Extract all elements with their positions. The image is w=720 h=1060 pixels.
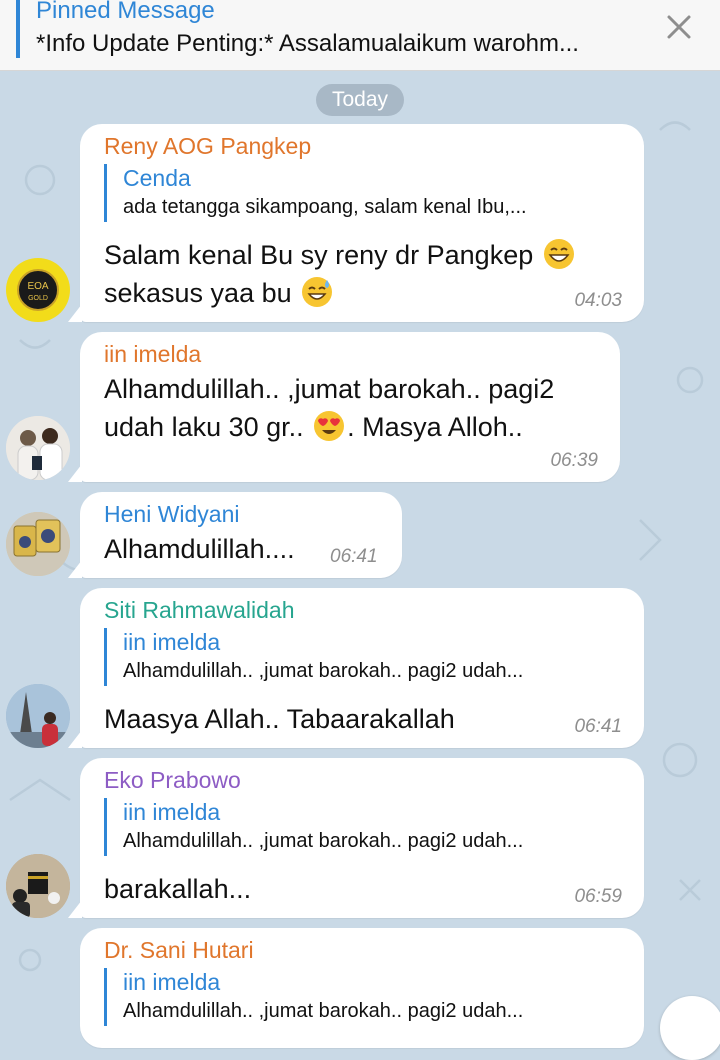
message-time: 06:41 <box>330 546 378 567</box>
svg-text:GOLD: GOLD <box>28 295 48 302</box>
reply-text: Alhamdulillah.. ,jumat barokah.. pagi2 u… <box>123 660 524 682</box>
avatar[interactable] <box>6 416 70 480</box>
pinned-title: Pinned Message <box>36 0 215 24</box>
pinned-message-bar[interactable]: Pinned Message *Info Update Penting:* As… <box>0 0 720 71</box>
svg-text:EOA: EOA <box>27 281 48 292</box>
avatar-photo <box>6 854 70 918</box>
message-line: Alhamdulillah.... <box>104 534 295 564</box>
pinned-accent-bar <box>16 0 20 58</box>
heart-eyes-emoji-icon <box>314 411 345 441</box>
reply-text: Alhamdulillah.. ,jumat barokah.. pagi2 u… <box>123 830 524 852</box>
reply-quote[interactable]: iin imelda Alhamdulillah.. ,jumat baroka… <box>104 628 523 686</box>
sender-name[interactable]: Heni Widyani <box>104 500 240 528</box>
avatar[interactable]: EOA GOLD <box>6 258 70 322</box>
reply-quote[interactable]: iin imelda Alhamdulillah.. ,jumat baroka… <box>104 798 523 856</box>
message-text: udah laku 30 gr.. . Masya Alloh.. <box>104 408 523 446</box>
message-bubble[interactable]: Heni Widyani Alhamdulillah.... 06:41 <box>80 492 402 578</box>
avatar[interactable] <box>6 854 70 918</box>
sender-name[interactable]: Eko Prabowo <box>104 766 241 794</box>
sender-name[interactable]: Reny AOG Pangkep <box>104 132 311 160</box>
date-separator: Today <box>316 84 404 116</box>
message-line: Salam kenal Bu sy reny dr Pangkep <box>104 240 534 270</box>
message-line: sekasus yaa bu <box>104 278 292 308</box>
message-bubble[interactable]: Dr. Sani Hutari iin imelda Alhamdulillah… <box>80 928 644 1048</box>
avatar-photo <box>6 684 70 748</box>
message-time: 04:03 <box>574 290 622 311</box>
sweat-smile-emoji-icon <box>302 277 333 307</box>
message-line: barakallah... <box>104 874 252 904</box>
avatar[interactable] <box>6 684 70 748</box>
message-line: udah laku 30 gr.. <box>104 412 304 442</box>
message-time: 06:59 <box>574 886 622 907</box>
scroll-down-button[interactable] <box>660 996 720 1060</box>
message-line: Alhamdulillah.. ,jumat barokah.. pagi2 <box>104 374 555 404</box>
message-time: 06:39 <box>550 450 598 471</box>
message-text: Salam kenal Bu sy reny dr Pangkep <box>104 236 577 274</box>
sender-name[interactable]: Siti Rahmawalidah <box>104 596 294 624</box>
message-bubble[interactable]: Reny AOG Pangkep Cenda ada tetangga sika… <box>80 124 644 322</box>
pinned-text: *Info Update Penting:* Assalamualaikum w… <box>36 30 579 57</box>
reply-quote[interactable]: Cenda ada tetangga sikampoang, salam ken… <box>104 164 527 222</box>
message-text: sekasus yaa bu <box>104 274 335 312</box>
message-bubble[interactable]: Eko Prabowo iin imelda Alhamdulillah.. ,… <box>80 758 644 918</box>
avatar[interactable] <box>6 512 70 576</box>
reply-name: Cenda <box>123 165 191 191</box>
reply-name: iin imelda <box>123 799 221 825</box>
sender-name[interactable]: Dr. Sani Hutari <box>104 936 254 964</box>
message-time: 06:41 <box>574 716 622 737</box>
close-icon[interactable] <box>664 12 694 42</box>
message-line: Maasya Allah.. Tabaarakallah <box>104 704 455 734</box>
avatar-photo <box>6 416 70 480</box>
grinning-emoji-icon <box>543 239 574 269</box>
message-bubble[interactable]: Siti Rahmawalidah iin imelda Alhamdulill… <box>80 588 644 748</box>
sender-name[interactable]: iin imelda <box>104 340 201 368</box>
reply-quote[interactable]: iin imelda Alhamdulillah.. ,jumat baroka… <box>104 968 523 1026</box>
avatar-photo <box>6 512 70 576</box>
reply-text: ada tetangga sikampoang, salam kenal Ibu… <box>123 196 527 218</box>
reply-name: iin imelda <box>123 969 221 995</box>
avatar-logo: EOA GOLD <box>17 269 59 311</box>
message-line: . Masya Alloh.. <box>347 412 523 442</box>
message-bubble[interactable]: iin imelda Alhamdulillah.. ,jumat baroka… <box>80 332 620 482</box>
reply-name: iin imelda <box>123 629 221 655</box>
reply-text: Alhamdulillah.. ,jumat barokah.. pagi2 u… <box>123 1000 524 1022</box>
